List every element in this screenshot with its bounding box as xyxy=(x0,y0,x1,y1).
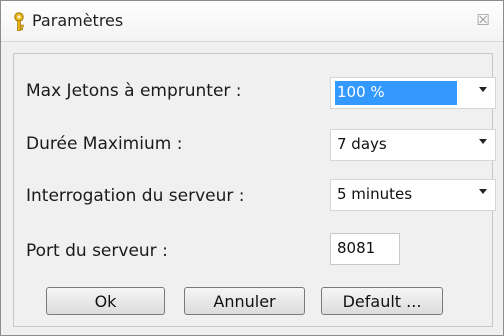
window-title: Paramètres xyxy=(32,11,124,30)
max-tokens-dropdown[interactable]: 100 % xyxy=(330,77,496,109)
settings-dialog: Paramètres ☒ Max Jetons à emprunter : 10… xyxy=(0,0,504,336)
chevron-down-icon xyxy=(479,189,487,194)
close-button[interactable]: ☒ xyxy=(471,9,495,31)
chevron-down-icon xyxy=(479,139,487,144)
server-polling-label: Interrogation du serveur : xyxy=(26,186,245,206)
server-polling-dropdown[interactable]: 5 minutes xyxy=(330,179,496,211)
max-duration-value: 7 days xyxy=(337,135,387,153)
title-bar: Paramètres ☒ xyxy=(1,1,503,42)
max-duration-dropdown[interactable]: 7 days xyxy=(330,129,496,161)
cancel-button[interactable]: Annuler xyxy=(184,287,305,315)
key-icon xyxy=(14,12,24,31)
server-port-input[interactable]: 8081 xyxy=(330,233,400,265)
max-tokens-value: 100 % xyxy=(337,83,385,101)
server-polling-value: 5 minutes xyxy=(337,185,413,203)
default-button[interactable]: Default ... xyxy=(321,287,443,315)
ok-button[interactable]: Ok xyxy=(46,287,165,315)
max-duration-label: Durée Maximium : xyxy=(26,134,183,154)
chevron-down-icon xyxy=(479,87,487,92)
max-tokens-label: Max Jetons à emprunter : xyxy=(26,81,242,101)
server-port-value: 8081 xyxy=(337,239,376,257)
close-icon: ☒ xyxy=(476,11,490,29)
server-port-label: Port du serveur : xyxy=(26,241,168,261)
